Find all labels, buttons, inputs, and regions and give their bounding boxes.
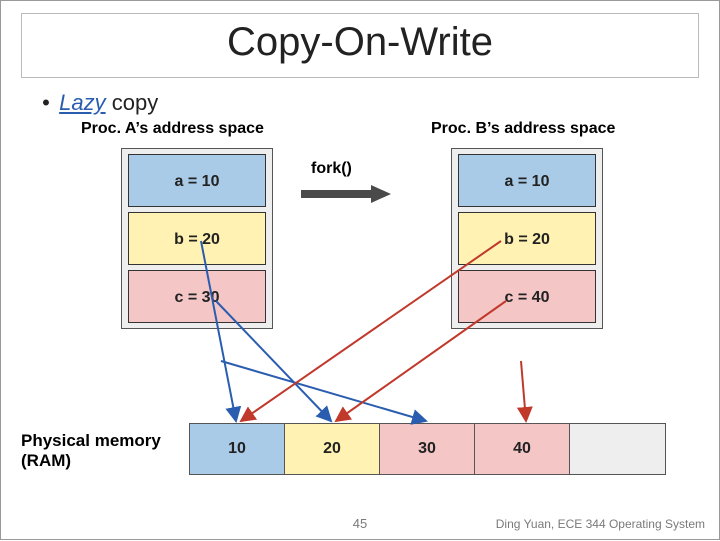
bullet-rest: copy [106,90,159,115]
proc-b-cell-a: a = 10 [458,154,596,207]
proc-b-title: Proc. B’s address space [431,120,615,138]
slide-number: 45 [353,516,367,531]
phys-cell-10: 10 [190,424,285,474]
proc-a-title: Proc. A’s address space [81,120,264,138]
bullet-lazy-word: Lazy [59,90,105,115]
phys-cell-30: 30 [380,424,475,474]
physical-memory-label: Physical memory (RAM) [21,431,161,472]
fork-label: fork() [311,160,352,178]
bullet-line: • Lazy copy [39,90,689,116]
phys-cell-40: 40 [475,424,570,474]
proc-a-cell-b: b = 20 [128,212,266,265]
slide: Copy-On-Write • Lazy copy Proc. A’s addr… [0,0,720,540]
diagram-area: Proc. A’s address space Proc. B’s addres… [61,120,699,410]
phys-label-line1: Physical memory [21,431,161,450]
phys-label-line2: (RAM) [21,451,71,470]
footer-credit: Ding Yuan, ECE 344 Operating System [496,517,705,531]
fork-arrow-icon [301,185,391,203]
proc-a-column: a = 10 b = 20 c = 30 [121,148,273,329]
proc-a-cell-c: c = 30 [128,270,266,323]
proc-b-cell-c: c = 40 [458,270,596,323]
slide-title: Copy-On-Write [22,20,698,65]
physical-memory-row: 10 20 30 40 [189,423,666,475]
phys-cell-empty [570,424,665,474]
proc-b-cell-b: b = 20 [458,212,596,265]
title-container: Copy-On-Write [21,13,699,78]
proc-a-cell-a: a = 10 [128,154,266,207]
bullet-marker: • [39,90,53,116]
phys-cell-20: 20 [285,424,380,474]
proc-b-column: a = 10 b = 20 c = 40 [451,148,603,329]
